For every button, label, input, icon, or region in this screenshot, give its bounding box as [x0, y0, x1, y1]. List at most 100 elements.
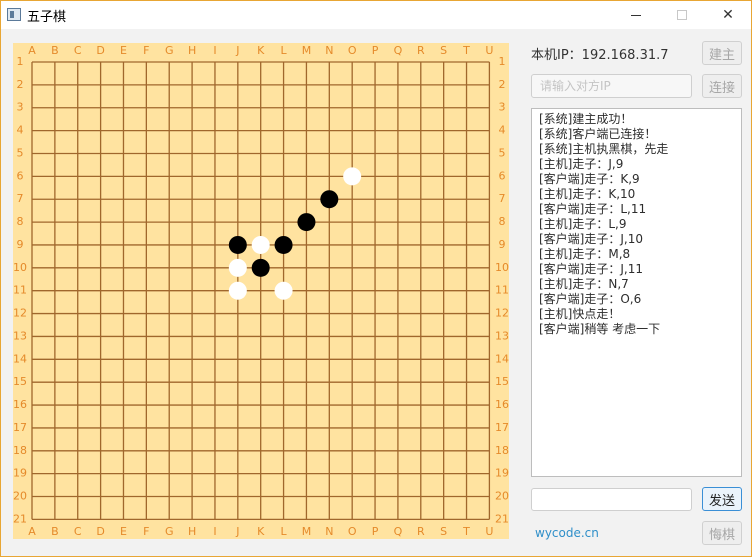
title-bar: 五子棋 ✕ — [1, 1, 751, 29]
send-button[interactable]: 发送 — [702, 487, 742, 511]
row-label: 17 — [13, 421, 27, 434]
column-label: T — [462, 44, 470, 57]
board-canvas[interactable]: AABBCCDDEEFFGGHHIIJJKKLLMMNNOOPPQQRRSSTT… — [13, 43, 509, 539]
column-label: I — [213, 44, 216, 57]
row-label: 9 — [499, 238, 506, 251]
row-label: 19 — [13, 467, 27, 480]
column-label: H — [188, 525, 196, 538]
white-stone — [251, 235, 270, 254]
column-label: I — [213, 525, 216, 538]
column-label: E — [120, 44, 127, 57]
column-label: A — [28, 525, 36, 538]
column-label: P — [372, 44, 379, 57]
row-label: 3 — [17, 101, 24, 114]
log-line: [客户端]走子：O,6 — [539, 292, 642, 306]
column-label: R — [417, 44, 425, 57]
row-label: 16 — [495, 398, 509, 411]
row-label: 10 — [13, 261, 27, 274]
black-stone — [320, 190, 339, 209]
peer-ip-input[interactable] — [531, 74, 692, 98]
row-label: 4 — [17, 124, 24, 137]
log-line: [客户端]走子：L,11 — [539, 202, 647, 216]
row-label: 14 — [495, 352, 509, 365]
maximize-icon — [677, 10, 687, 20]
row-label: 12 — [13, 307, 27, 320]
footer-link[interactable]: wycode.cn — [535, 526, 599, 540]
column-label: A — [28, 44, 36, 57]
row-label: 4 — [499, 124, 506, 137]
white-stone — [228, 258, 247, 277]
row-label: 20 — [13, 490, 27, 503]
column-label: K — [257, 525, 265, 538]
column-label: U — [485, 44, 493, 57]
message-log[interactable]: [系统]建主成功！ [系统]客户端已连接！ [系统]主机执黑棋，先走 [主机]走子：J… — [531, 108, 742, 477]
connect-button[interactable]: 连接 — [702, 74, 742, 98]
white-stone — [274, 281, 293, 300]
row-label: 2 — [17, 78, 24, 91]
game-board[interactable]: AABBCCDDEEFFGGHHIIJJKKLLMMNNOOPPQQRRSSTT… — [13, 43, 509, 539]
row-label: 7 — [17, 192, 24, 205]
row-label: 11 — [13, 284, 27, 297]
column-label: C — [74, 44, 82, 57]
white-stone — [228, 281, 247, 300]
column-label: D — [96, 44, 104, 57]
row-label: 11 — [495, 284, 509, 297]
row-label: 1 — [17, 55, 24, 68]
host-button[interactable]: 建主 — [702, 41, 742, 65]
local-ip-label: 本机IP：192.168.31.7 — [531, 48, 669, 63]
log-line: [系统]客户端已连接！ — [539, 127, 657, 141]
log-line: [主机]走子：N,7 — [539, 277, 629, 291]
window-title: 五子棋 — [27, 10, 67, 25]
black-stone — [297, 213, 316, 232]
minimize-icon — [631, 14, 641, 16]
row-label: 18 — [495, 444, 509, 457]
white-stone — [343, 167, 362, 186]
column-label: K — [257, 44, 265, 57]
row-label: 15 — [495, 375, 509, 388]
row-label: 2 — [499, 78, 506, 91]
column-label: D — [96, 525, 104, 538]
row-label: 18 — [13, 444, 27, 457]
row-label: 7 — [499, 192, 506, 205]
row-label: 13 — [495, 329, 509, 342]
close-button[interactable]: ✕ — [705, 1, 751, 29]
column-label: J — [235, 44, 239, 57]
row-label: 8 — [499, 215, 506, 228]
log-line: [主机]快点走！ — [539, 307, 621, 321]
column-label: G — [165, 525, 174, 538]
row-label: 16 — [13, 398, 27, 411]
column-label: C — [74, 525, 82, 538]
column-label: F — [143, 525, 149, 538]
row-label: 14 — [13, 352, 27, 365]
column-label: F — [143, 44, 149, 57]
column-label: L — [280, 525, 287, 538]
column-label: M — [302, 44, 312, 57]
message-input[interactable] — [531, 488, 692, 511]
column-label: B — [51, 525, 59, 538]
row-label: 21 — [13, 512, 27, 525]
column-label: R — [417, 525, 425, 538]
main-content: AABBCCDDEEFFGGHHIIJJKKLLMMNNOOPPQQRRSSTT… — [1, 29, 751, 556]
column-label: Q — [394, 44, 403, 57]
row-label: 10 — [495, 261, 509, 274]
maximize-button[interactable] — [659, 1, 705, 29]
column-label: H — [188, 44, 196, 57]
row-label: 13 — [13, 329, 27, 342]
row-label: 19 — [495, 467, 509, 480]
row-label: 20 — [495, 490, 509, 503]
log-line: [客户端]稍等 考虑一下 — [539, 322, 661, 336]
minimize-button[interactable] — [613, 1, 659, 29]
row-label: 15 — [13, 375, 27, 388]
log-line: [客户端]走子：K,9 — [539, 172, 640, 186]
row-label: 5 — [17, 146, 24, 159]
column-label: G — [165, 44, 174, 57]
column-label: E — [120, 525, 127, 538]
row-label: 3 — [499, 101, 506, 114]
column-label: T — [462, 525, 470, 538]
black-stone — [251, 258, 270, 277]
row-label: 6 — [17, 169, 24, 182]
column-label: O — [348, 44, 357, 57]
black-stone — [228, 235, 247, 254]
undo-button[interactable]: 悔棋 — [702, 521, 742, 545]
column-label: B — [51, 44, 59, 57]
